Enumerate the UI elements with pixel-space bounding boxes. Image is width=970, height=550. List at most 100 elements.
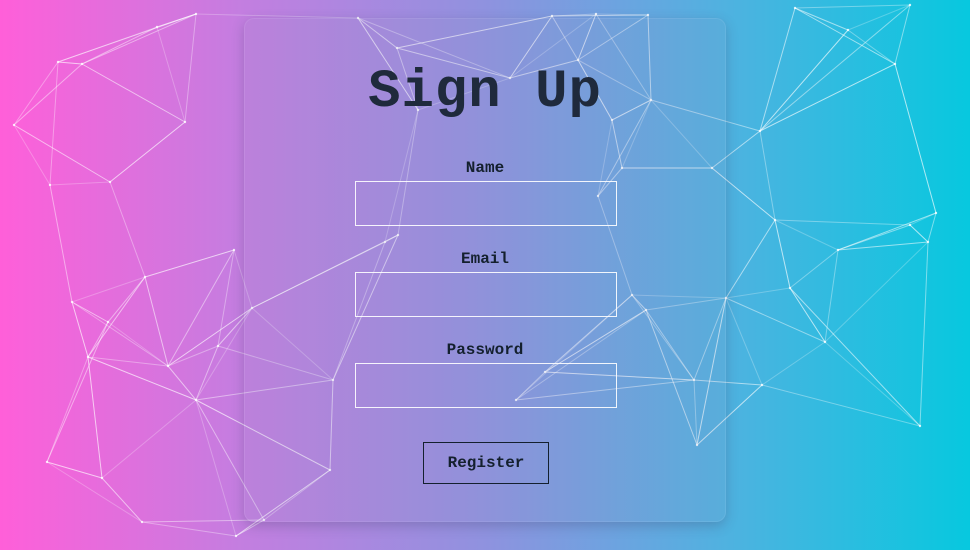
network-line <box>46 461 103 479</box>
network-node <box>823 340 827 344</box>
network-line <box>57 61 83 65</box>
network-line <box>774 219 791 289</box>
network-line <box>81 13 197 65</box>
network-line <box>184 13 197 123</box>
network-line <box>109 121 186 183</box>
network-line <box>595 13 649 16</box>
register-button[interactable]: Register <box>423 442 549 484</box>
network-node <box>918 424 922 428</box>
network-node <box>788 286 792 290</box>
network-line <box>195 345 219 401</box>
network-node <box>760 383 764 387</box>
network-node <box>216 344 220 348</box>
network-line <box>81 26 158 65</box>
network-line <box>101 399 197 479</box>
network-line <box>167 307 253 367</box>
network-line <box>156 26 186 123</box>
network-node <box>155 25 159 29</box>
network-line <box>49 181 111 186</box>
network-line <box>774 219 839 251</box>
page-title: Sign Up <box>368 62 602 123</box>
network-line <box>774 219 911 226</box>
network-node <box>194 12 198 16</box>
network-line <box>141 521 237 537</box>
signup-card: Sign Up Name Email Password Register <box>244 18 726 522</box>
network-node <box>594 12 598 16</box>
network-line <box>919 241 929 427</box>
network-line <box>894 63 937 214</box>
network-line <box>794 7 896 65</box>
network-line <box>789 249 839 289</box>
network-line <box>13 61 59 126</box>
network-line <box>13 63 83 126</box>
network-node <box>846 28 850 32</box>
network-line <box>87 321 109 358</box>
password-input[interactable] <box>355 363 617 408</box>
network-node <box>194 398 198 402</box>
network-node <box>836 248 840 252</box>
network-line <box>837 241 929 251</box>
name-input[interactable] <box>355 181 617 226</box>
password-label: Password <box>446 341 524 359</box>
network-node <box>48 183 52 187</box>
network-line <box>13 124 111 183</box>
network-line <box>195 399 237 537</box>
network-line <box>87 356 103 479</box>
network-line <box>49 61 59 186</box>
network-node <box>108 180 112 184</box>
network-node <box>926 240 930 244</box>
network-node <box>56 60 60 64</box>
network-node <box>908 3 912 7</box>
network-node <box>646 13 650 17</box>
network-node <box>106 320 110 324</box>
network-line <box>725 297 763 386</box>
network-line <box>837 212 937 251</box>
network-line <box>894 4 911 65</box>
network-line <box>13 124 51 186</box>
network-node <box>45 460 49 464</box>
email-label: Email <box>460 250 509 268</box>
network-line <box>759 29 849 132</box>
network-line <box>141 519 265 523</box>
network-node <box>80 62 84 66</box>
network-node <box>232 248 236 252</box>
network-line <box>49 184 73 303</box>
network-node <box>12 123 16 127</box>
network-line <box>107 321 169 367</box>
network-line <box>759 7 796 132</box>
network-node <box>893 62 897 66</box>
network-line <box>71 276 146 303</box>
network-node <box>183 120 187 124</box>
network-node <box>550 14 554 18</box>
network-line <box>927 212 937 243</box>
network-node <box>758 129 762 133</box>
network-line <box>789 287 921 427</box>
network-line <box>794 4 911 9</box>
network-line <box>847 4 911 31</box>
network-line <box>46 321 109 463</box>
network-node <box>773 218 777 222</box>
network-line <box>46 461 143 523</box>
network-line <box>824 249 839 343</box>
network-node <box>234 534 238 538</box>
network-node <box>100 476 104 480</box>
network-node <box>934 211 938 215</box>
network-node <box>793 6 797 10</box>
network-line <box>847 29 896 65</box>
network-line <box>725 219 776 299</box>
network-line <box>761 341 826 386</box>
network-line <box>46 356 89 463</box>
network-node <box>86 355 90 359</box>
network-node <box>908 223 912 227</box>
network-line <box>909 224 929 243</box>
network-line <box>71 301 89 358</box>
network-node <box>166 364 170 368</box>
email-input[interactable] <box>355 272 617 317</box>
network-line <box>725 287 791 299</box>
network-line <box>81 63 186 123</box>
name-label: Name <box>465 159 505 177</box>
network-line <box>109 181 146 278</box>
network-line <box>57 13 197 63</box>
network-node <box>140 520 144 524</box>
network-line <box>794 7 849 31</box>
